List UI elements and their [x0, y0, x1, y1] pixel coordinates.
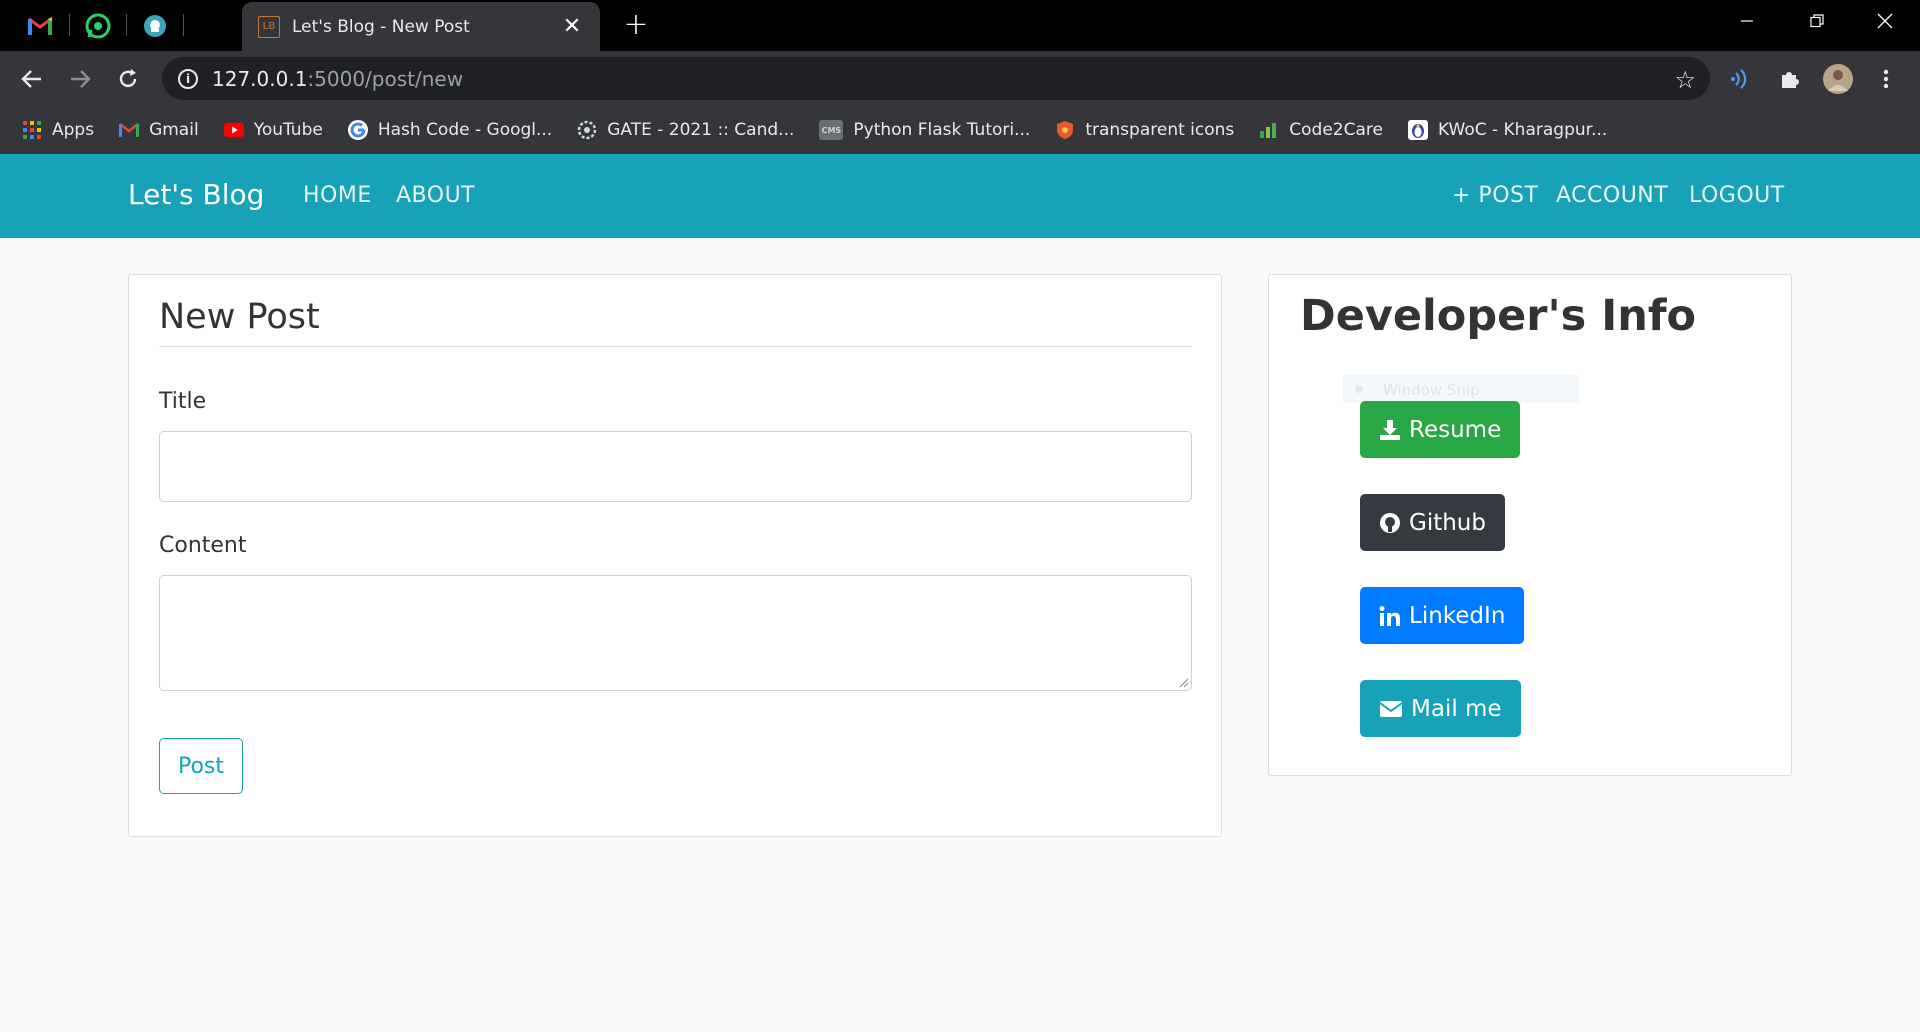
bookmark-kwoc[interactable]: KWoC - Kharagpur... [1407, 120, 1608, 140]
title-input[interactable] [159, 431, 1192, 502]
pinned-tab-gmail[interactable] [12, 0, 68, 51]
bookmark-label: Python Flask Tutori... [853, 120, 1031, 140]
post-submit-button[interactable]: Post [159, 738, 243, 794]
puzzle-extensions-icon[interactable] [1774, 63, 1806, 95]
close-window-button[interactable] [1850, 0, 1920, 42]
nav-home[interactable]: HOME [303, 183, 372, 208]
bookmark-apps[interactable]: Apps [22, 120, 94, 140]
info-icon[interactable]: i [178, 68, 198, 89]
profile-avatar[interactable] [1822, 63, 1854, 95]
restore-button[interactable] [1782, 0, 1852, 42]
developer-info-card: Developer's Info Window Snip Resume Gith… [1268, 274, 1792, 776]
legend-divider [159, 346, 1192, 347]
penguin-icon [1407, 120, 1428, 140]
linkedin-icon [1379, 605, 1400, 626]
site-navbar: Let's Blog HOME ABOUT + POST ACCOUNT LOG… [0, 154, 1920, 238]
nav-account[interactable]: ACCOUNT [1556, 183, 1668, 208]
gate-icon [577, 120, 597, 140]
window-snip-overlay: Window Snip [1343, 375, 1579, 403]
bookmark-label: Apps [52, 120, 95, 140]
close-tab-icon[interactable]: ✕ [560, 14, 584, 39]
developer-info-title: Developer's Info [1300, 291, 1697, 341]
nav-new-post[interactable]: + POST [1452, 183, 1538, 208]
back-button[interactable] [14, 61, 50, 97]
new-tab-button[interactable]: + [618, 8, 654, 44]
browser-toolbar: i 127.0.0.1:5000/post/new ☆ [0, 51, 1920, 106]
bookmark-label: GATE - 2021 :: Cand... [607, 120, 795, 140]
download-icon [1380, 419, 1400, 440]
mail-label: Mail me [1411, 695, 1502, 722]
cms-icon: CMS [819, 120, 844, 140]
arrow-right-icon [71, 70, 91, 88]
pinned-tab-whatsapp[interactable] [70, 0, 126, 51]
whatsapp-icon [85, 13, 111, 38]
resize-handle-icon[interactable] [1177, 676, 1189, 688]
arrow-left-icon [21, 70, 41, 88]
apps-grid-icon [22, 120, 42, 140]
url-path: :5000/post/new [307, 66, 464, 91]
snip-label: Window Snip [1383, 381, 1480, 399]
forward-button[interactable] [62, 61, 98, 97]
snip-dot-icon [1355, 385, 1363, 393]
chart-icon [1259, 120, 1279, 140]
nav-logout[interactable]: LOGOUT [1689, 183, 1785, 208]
form-legend: New Post [159, 297, 320, 337]
linkedin-button[interactable]: LinkedIn [1360, 587, 1525, 644]
bookmark-label: Gmail [149, 120, 199, 140]
mail-button[interactable]: Mail me [1360, 680, 1521, 737]
bookmark-youtube[interactable]: YouTube [223, 120, 323, 140]
resume-button[interactable]: Resume [1360, 401, 1521, 458]
github-icon [1380, 512, 1400, 533]
bookmark-label: transparent icons [1085, 120, 1235, 140]
bookmark-flask[interactable]: CMS Python Flask Tutori... [819, 120, 1030, 140]
envelope-icon [1379, 700, 1403, 717]
bookmark-label: Hash Code - Googl... [377, 120, 553, 140]
minimize-button[interactable] [1712, 0, 1782, 42]
url-host: 127.0.0.1 [212, 66, 308, 91]
gmail-icon [28, 16, 52, 35]
bookmark-label: YouTube [253, 120, 323, 140]
bookmark-star-icon[interactable]: ☆ [1674, 66, 1696, 94]
bookmark-gate[interactable]: GATE - 2021 :: Cand... [577, 120, 794, 140]
address-bar[interactable]: i 127.0.0.1:5000/post/new ☆ [162, 57, 1710, 100]
browser-tabstrip: LB Let's Blog - New Post ✕ + [0, 0, 1920, 51]
reload-button[interactable] [110, 61, 146, 97]
bookmark-label: KWoC - Kharagpur... [1437, 120, 1608, 140]
youtube-icon [223, 120, 244, 140]
tab-active[interactable]: LB Let's Blog - New Post ✕ [242, 2, 600, 51]
github-label: Github [1409, 509, 1486, 536]
github-button[interactable]: Github [1360, 494, 1505, 551]
content-textarea[interactable] [159, 575, 1192, 691]
new-post-card: New Post Title Content Post [128, 274, 1222, 837]
bookmark-hashcode[interactable]: Hash Code - Googl... [347, 120, 553, 140]
restore-icon [1810, 14, 1824, 28]
tab-separator [183, 14, 184, 36]
nav-about[interactable]: ABOUT [396, 183, 475, 208]
title-label: Title [159, 389, 207, 414]
extension-icon [144, 14, 166, 37]
extension-signal-icon[interactable] [1726, 63, 1758, 95]
reload-icon [119, 69, 137, 88]
bookmark-code2care[interactable]: Code2Care [1259, 120, 1383, 140]
bookmark-label: Code2Care [1289, 120, 1383, 140]
linkedin-label: LinkedIn [1409, 602, 1506, 629]
tab-title: Let's Blog - New Post [292, 16, 470, 37]
minimize-icon [1741, 20, 1753, 22]
bookmarks-bar: Apps Gmail YouTube Hash Code - Googl... … [0, 106, 1920, 154]
pinned-tab-extension[interactable] [127, 0, 183, 51]
gmail-icon [119, 120, 140, 140]
bookmark-transparent-icons[interactable]: transparent icons [1055, 120, 1234, 140]
resume-label: Resume [1409, 416, 1502, 443]
blog-favicon-icon: LB [258, 15, 280, 38]
close-icon [1877, 13, 1893, 29]
brand-logo[interactable]: Let's Blog [128, 178, 264, 211]
kebab-menu-icon[interactable] [1870, 63, 1902, 95]
content-label: Content [159, 533, 247, 558]
shield-icon [1055, 120, 1075, 140]
bookmark-gmail[interactable]: Gmail [119, 120, 199, 140]
google-icon [347, 120, 368, 140]
